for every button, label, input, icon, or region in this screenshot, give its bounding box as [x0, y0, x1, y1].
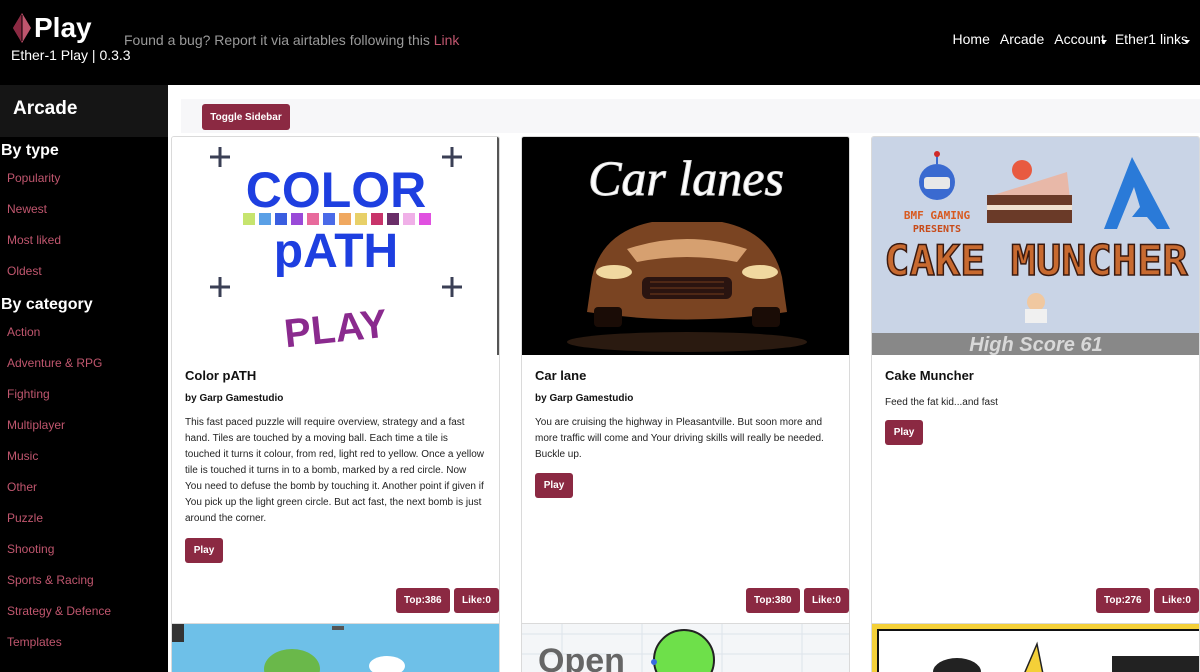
artwork-title: CAKE MUNCHER: [884, 236, 1188, 285]
game-title[interactable]: Cake Muncher: [885, 368, 974, 383]
game-card: Car lanes Car lane by Garp Gamestudio Yo…: [521, 136, 850, 625]
nav-account-dropdown[interactable]: Account: [1054, 31, 1107, 47]
sidebar-item-popularity[interactable]: Popularity: [0, 163, 168, 194]
game-author: by Garp Gamestudio: [535, 393, 634, 404]
main-content: Toggle Sidebar COLOR pATH PLAY Color pAT…: [168, 85, 1200, 672]
brand-title: Play: [34, 12, 92, 43]
artwork-title-color: COLOR: [246, 162, 427, 218]
nav-home[interactable]: Home: [953, 31, 990, 47]
game-title[interactable]: Car lane: [535, 368, 586, 383]
sidebar-section-by-type: By type: [1, 142, 59, 159]
sidebar-item-adventure-rpg[interactable]: Adventure & RPG: [0, 348, 168, 379]
play-button[interactable]: Play: [185, 538, 223, 563]
nav-arcade[interactable]: Arcade: [1000, 31, 1044, 47]
game-description: You are cruising the highway in Pleasant…: [535, 417, 824, 460]
sidebar-item-oldest[interactable]: Oldest: [0, 256, 168, 287]
partial-artwork-2: Open: [522, 624, 849, 672]
bug-report-link[interactable]: Link: [434, 32, 460, 48]
brand[interactable]: Play: [12, 12, 92, 44]
ether-logo-icon: [13, 13, 31, 43]
game-thumbnail-car-lane[interactable]: Car lanes: [522, 137, 849, 355]
play-button[interactable]: Play: [535, 473, 573, 498]
sidebar-item-puzzle[interactable]: Puzzle: [0, 503, 168, 534]
cake-muncher-artwork: BMF GAMING PRESENTS CAKE MUNCHER High Sc…: [872, 151, 1199, 355]
artwork-title-path: pATH: [274, 225, 398, 278]
sidebar-item-multiplayer[interactable]: Multiplayer: [0, 410, 168, 441]
like-button[interactable]: Like:0: [454, 588, 499, 613]
like-button[interactable]: Like:0: [804, 588, 849, 613]
sidebar-item-strategy-defence[interactable]: Strategy & Defence: [0, 596, 168, 627]
top-score-badge[interactable]: Top:386: [396, 588, 450, 613]
top-score-badge[interactable]: Top:380: [746, 588, 800, 613]
game-card-partial[interactable]: [871, 623, 1200, 672]
car-lanes-artwork: Car lanes: [567, 150, 807, 352]
sidebar-item-newest[interactable]: Newest: [0, 194, 168, 225]
partial-artwork-1: [172, 624, 405, 672]
color-path-artwork: COLOR pATH PLAY: [210, 147, 462, 355]
artwork-open-text: Open: [538, 642, 625, 672]
sidebar-item-templates[interactable]: Templates: [0, 627, 168, 658]
artwork-highscore: High Score 61: [969, 334, 1102, 355]
bug-report-note: Found a bug? Report it via airtables fol…: [124, 32, 459, 48]
game-thumbnail-color-path[interactable]: COLOR pATH PLAY: [172, 137, 499, 355]
sidebar-item-action[interactable]: Action: [0, 317, 168, 348]
game-author: by Garp Gamestudio: [185, 393, 284, 404]
sidebar-title: Arcade: [0, 85, 168, 137]
game-card: BMF GAMING PRESENTS CAKE MUNCHER High Sc…: [871, 136, 1200, 625]
game-description: Feed the fat kid...and fast: [885, 397, 998, 408]
game-card-partial[interactable]: Open: [521, 623, 850, 672]
sidebar-item-fighting[interactable]: Fighting: [0, 379, 168, 410]
top-navbar: Play Ether-1 Play | 0.3.3 Found a bug? R…: [0, 0, 1200, 85]
app-version: Ether-1 Play | 0.3.3: [11, 47, 131, 63]
game-card-partial[interactable]: [171, 623, 500, 672]
game-description: This fast paced puzzle will require over…: [185, 417, 485, 524]
sidebar-item-sports-racing[interactable]: Sports & Racing: [0, 565, 168, 596]
sidebar-item-other[interactable]: Other: [0, 472, 168, 503]
bug-report-text: Found a bug? Report it via airtables fol…: [124, 32, 430, 48]
toolbar-strip: [181, 99, 1200, 133]
artwork-title: Car lanes: [588, 150, 784, 206]
partial-artwork-3: [877, 629, 1199, 672]
like-button[interactable]: Like:0: [1154, 588, 1199, 613]
artwork-play: PLAY: [282, 302, 389, 355]
toggle-sidebar-button[interactable]: Toggle Sidebar: [202, 104, 290, 130]
sidebar-item-music[interactable]: Music: [0, 441, 168, 472]
game-title[interactable]: Color pATH: [185, 368, 256, 383]
sidebar-item-most-liked[interactable]: Most liked: [0, 225, 168, 256]
top-score-badge[interactable]: Top:276: [1096, 588, 1150, 613]
artwork-presents: PRESENTS: [913, 224, 961, 235]
artwork-studio: BMF GAMING: [904, 209, 971, 222]
game-card: COLOR pATH PLAY Color pATH by Garp Games…: [171, 136, 500, 625]
play-button[interactable]: Play: [885, 420, 923, 445]
sidebar-item-shooting[interactable]: Shooting: [0, 534, 168, 565]
nav-ether1-links-dropdown[interactable]: Ether1 links: [1115, 31, 1191, 47]
game-thumbnail-cake-muncher[interactable]: BMF GAMING PRESENTS CAKE MUNCHER High Sc…: [872, 137, 1199, 355]
sidebar-section-by-category: By category: [1, 296, 93, 313]
sidebar: Arcade By type Popularity Newest Most li…: [0, 85, 168, 672]
top-nav: Home Arcade Account Ether1 links: [953, 31, 1191, 47]
